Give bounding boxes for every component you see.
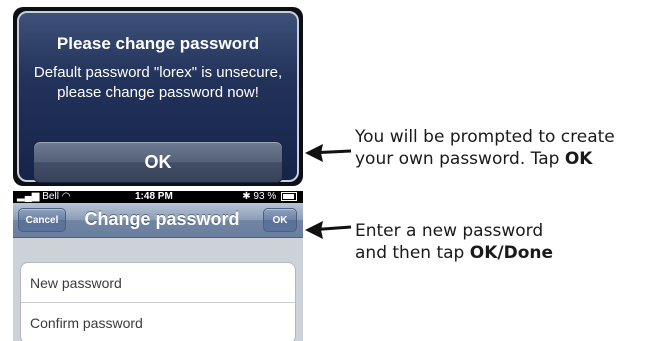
status-bar: ▂▄▆ Bell ◠ 1:48 PM ✱ 93 %: [13, 191, 303, 203]
callout-bold: OK: [564, 149, 593, 169]
carrier-signal: ▂▄▆ Bell ◠: [17, 191, 70, 203]
callout-line: Enter a new password: [355, 221, 544, 241]
navigation-bar: Cancel Change password OK: [13, 203, 303, 238]
callout-line: and then tap OK/Done: [355, 242, 553, 264]
alert-title: Please change password: [56, 34, 260, 53]
alert-dialog: Please change password Default password …: [17, 11, 299, 183]
signal-icon: ▂▄▆: [17, 191, 40, 202]
callout-enter-password: Enter a new password and then tap OK/Don…: [355, 220, 553, 264]
arrow-left-icon: [305, 221, 352, 239]
wifi-icon: ◠: [61, 191, 71, 202]
status-right: ✱ 93 %: [242, 191, 297, 203]
alert-ok-button[interactable]: OK: [33, 141, 283, 183]
callout-line: You will be prompted to create: [355, 127, 615, 147]
battery-percent: 93 %: [253, 191, 277, 202]
callout-text: and then tap: [355, 243, 470, 263]
cancel-button[interactable]: Cancel: [18, 208, 66, 232]
arrow-left-icon: [305, 144, 352, 162]
callout-line: your own password. Tap OK: [355, 148, 615, 170]
page-title: Change password: [84, 209, 240, 229]
confirm-password-field[interactable]: Confirm password: [21, 303, 295, 341]
alert-screenshot: Please change password Default password …: [13, 7, 303, 186]
change-password-screenshot: ▂▄▆ Bell ◠ 1:48 PM ✱ 93 % Cancel Change …: [13, 191, 303, 341]
callout-bold: OK/Done: [469, 243, 554, 263]
callout-create-password: You will be prompted to create your own …: [355, 126, 615, 170]
carrier-name: Bell: [42, 191, 59, 202]
ok-button[interactable]: OK: [263, 208, 297, 232]
callout-text: your own password. Tap: [355, 149, 565, 169]
battery-icon: [281, 191, 297, 201]
new-password-field[interactable]: New password: [21, 263, 295, 303]
password-form: New password Confirm password: [20, 262, 296, 341]
bluetooth-icon: ✱: [242, 191, 251, 202]
alert-message: Default password "lorex" is unsecure, pl…: [33, 64, 283, 101]
status-time: 1:48 PM: [135, 191, 173, 202]
